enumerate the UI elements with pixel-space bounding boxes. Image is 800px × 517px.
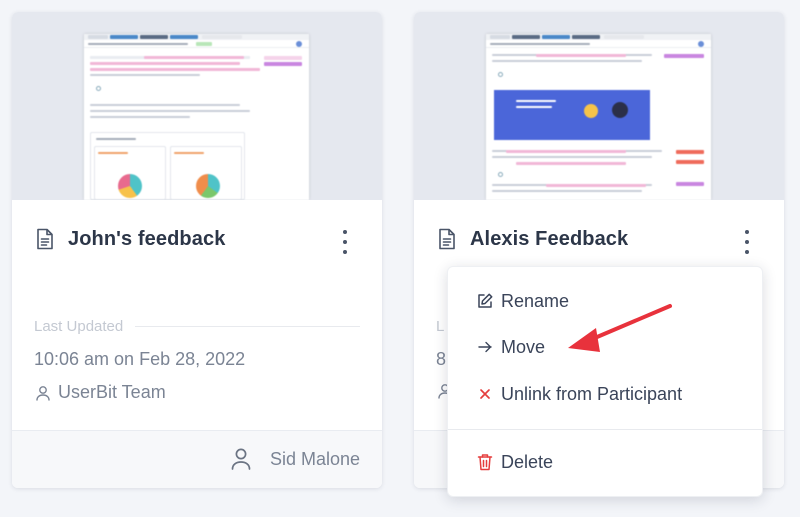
menu-item-delete[interactable]: Delete	[476, 449, 553, 475]
kebab-menu-icon[interactable]	[740, 228, 754, 256]
feedback-card[interactable]: John's feedback Last Updated 10:06 am on…	[12, 12, 382, 488]
owner-name: Sid Malone	[269, 448, 360, 469]
team-row: UserBit Team	[34, 382, 166, 403]
kebab-menu-icon[interactable]	[338, 228, 352, 256]
card-thumbnail[interactable]	[12, 12, 382, 200]
board-view: John's feedback Last Updated 10:06 am on…	[0, 0, 800, 517]
close-icon	[476, 385, 494, 403]
last-updated-label: Last Updated	[34, 318, 124, 335]
team-name: UserBit Team	[58, 382, 166, 402]
user-icon	[231, 448, 251, 470]
menu-divider	[448, 429, 762, 430]
menu-item-label: Move	[501, 336, 546, 357]
last-updated-row: Last Updated	[34, 318, 360, 335]
card-title-row[interactable]: Alexis Feedback	[438, 225, 628, 253]
menu-item-label: Delete	[501, 451, 554, 472]
last-updated-value: 8	[436, 349, 447, 369]
document-preview-image	[84, 34, 309, 200]
user-icon	[36, 385, 50, 401]
document-icon	[438, 228, 456, 250]
card-title[interactable]: Alexis Feedback	[470, 228, 628, 251]
last-updated-label: L	[436, 318, 445, 335]
last-updated-value: 10:06 am on Feb 28, 2022	[34, 349, 246, 369]
card-thumbnail[interactable]	[414, 12, 784, 200]
card-footer: Sid Malone	[12, 430, 382, 488]
edit-icon	[476, 292, 494, 310]
menu-item-unlink[interactable]: Unlink from Participant	[476, 381, 682, 407]
menu-item-label: Rename	[501, 290, 570, 311]
menu-item-move[interactable]: Move	[476, 334, 545, 360]
divider-line	[135, 326, 360, 327]
owner: Sid Malone	[230, 447, 360, 471]
document-icon	[36, 228, 54, 250]
card-title-row[interactable]: John's feedback	[36, 225, 225, 253]
menu-item-rename[interactable]: Rename	[476, 288, 569, 314]
trash-icon	[476, 453, 494, 471]
menu-item-label: Unlink from Participant	[501, 383, 683, 404]
annotation-arrow-icon	[568, 304, 672, 352]
card-title[interactable]: John's feedback	[68, 228, 225, 251]
arrow-right-icon	[476, 338, 494, 356]
document-preview-image	[486, 34, 711, 200]
